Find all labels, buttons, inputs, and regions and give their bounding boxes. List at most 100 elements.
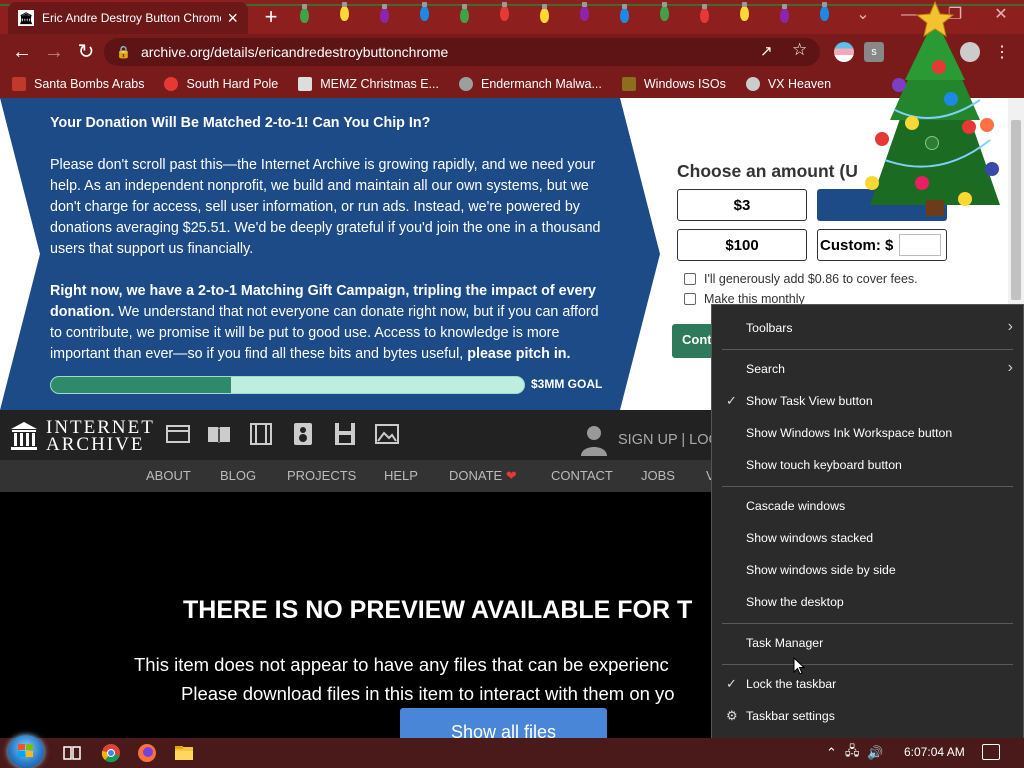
chrome-icon[interactable] <box>101 743 121 763</box>
ornament-icon <box>892 78 906 92</box>
christmas-light-icon <box>740 2 749 21</box>
menu-item-show-desktop[interactable]: Show the desktop <box>712 588 1023 616</box>
bookmark-item[interactable]: MEMZ Christmas E... <box>298 77 439 91</box>
back-button[interactable]: ← <box>10 40 34 64</box>
bookmark-item[interactable]: South Hard Pole <box>164 77 278 91</box>
ia-logo[interactable]: INTERNET ARCHIVE <box>10 418 155 454</box>
bookmark-item[interactable]: VX Heaven <box>745 77 831 91</box>
progress-fill <box>51 377 231 393</box>
images-icon[interactable] <box>374 422 400 446</box>
video-film-icon[interactable] <box>248 422 274 446</box>
chevron-up-icon[interactable]: ⌃ <box>826 745 837 761</box>
tab-close-icon[interactable]: × <box>227 9 238 27</box>
menu-item-label: Task Manager <box>746 636 824 650</box>
custom-amount-field[interactable]: Custom: $ <box>817 229 947 261</box>
bookmark-favicon-icon <box>458 77 473 91</box>
bookmark-item[interactable]: Santa Bombs Arabs <box>12 77 144 91</box>
christmas-light-icon <box>380 4 389 23</box>
nav-donate-label: DONATE <box>449 468 503 483</box>
nav-contact[interactable]: CONTACT <box>551 468 613 483</box>
pitch-in-text: please pitch in. <box>467 346 571 362</box>
christmas-light-icon <box>500 2 509 21</box>
continue-button[interactable]: Conti <box>672 324 716 358</box>
url-text: archive.org/details/ericandredestroybutt… <box>140 44 449 60</box>
menu-item-lock-taskbar[interactable]: ✓ Lock the taskbar <box>712 670 1023 698</box>
web-icon[interactable] <box>165 422 191 446</box>
menu-item-label: Show windows side by side <box>746 563 896 577</box>
bookmark-label: Santa Bombs Arabs <box>34 77 145 91</box>
task-view-icon[interactable] <box>62 743 82 763</box>
windows-logo-icon <box>18 744 34 758</box>
nav-blog[interactable]: BLOG <box>220 468 256 483</box>
volume-icon[interactable]: 🔊 <box>867 745 883 761</box>
ornament-icon <box>962 120 976 134</box>
taskbar-context-menu: Toolbars › Search › ✓ Show Task View button… <box>711 304 1024 740</box>
menu-item-task-view[interactable]: ✓ Show Task View button <box>712 387 1023 415</box>
menu-item-label: Show Task View button <box>746 394 873 408</box>
bookmark-item[interactable]: Windows ISOs <box>621 77 726 91</box>
sign-up-login[interactable]: SIGN UP | LOG <box>580 424 720 456</box>
clock[interactable]: 6:07:04 AM <box>904 745 965 759</box>
sign-up-label: SIGN UP | LOG <box>618 432 720 448</box>
christmas-light-icon <box>660 2 669 21</box>
bookmark-item[interactable]: Endermanch Malwa... <box>458 77 602 91</box>
checkbox-box[interactable] <box>684 273 696 285</box>
choose-amount-label: Choose an amount (U <box>677 161 858 181</box>
checkmark-icon: ✓ <box>726 676 737 691</box>
nav-about[interactable]: ABOUT <box>146 468 191 483</box>
menu-item-cascade[interactable]: Cascade windows <box>712 492 1023 520</box>
menu-item-label: Taskbar settings <box>746 709 835 723</box>
forward-button[interactable]: → <box>42 40 66 64</box>
share-icon[interactable]: ↗ <box>760 42 773 60</box>
menu-item-label: Show windows stacked <box>746 531 874 545</box>
menu-separator <box>722 486 1013 487</box>
no-files-text: This item does not appear to have any fi… <box>134 654 669 675</box>
christmas-light-icon <box>700 4 709 23</box>
nav-donate[interactable]: DONATE ❤ <box>449 468 517 484</box>
ornament-icon <box>932 60 946 74</box>
amount-100-button[interactable]: $100 <box>677 229 807 261</box>
menu-separator <box>722 664 1013 665</box>
address-bar[interactable]: 🔒 archive.org/details/ericandredestroybu… <box>104 38 820 66</box>
firefox-icon[interactable] <box>137 743 157 763</box>
menu-item-toolbars[interactable]: Toolbars › <box>712 314 1023 342</box>
bookmark-star-icon[interactable]: ☆ <box>792 40 807 60</box>
custom-amount-input[interactable] <box>899 234 942 256</box>
audio-speaker-icon[interactable] <box>290 422 316 446</box>
start-button[interactable] <box>8 735 44 768</box>
tab-title: Eric Andre Destroy Button Chrome <box>42 11 222 25</box>
menu-item-ink-workspace[interactable]: Show Windows Ink Workspace button <box>712 419 1023 447</box>
checkbox-box[interactable] <box>684 293 696 305</box>
file-explorer-icon[interactable] <box>174 743 194 763</box>
notification-center-icon[interactable] <box>982 744 1000 760</box>
scrollbar-thumb[interactable] <box>1011 120 1021 300</box>
menu-item-taskbar-settings[interactable]: ⚙ Taskbar settings <box>712 702 1023 730</box>
bookmark-favicon-icon <box>745 77 760 91</box>
texts-book-icon[interactable] <box>206 422 232 446</box>
browser-tab[interactable]: 🏛 Eric Andre Destroy Button Chrome × <box>8 2 248 34</box>
cover-fees-checkbox[interactable]: I'll generously add $0.86 to cover fees. <box>684 272 918 286</box>
nav-projects[interactable]: PROJECTS <box>287 468 356 483</box>
extension-flag-icon[interactable] <box>834 42 854 62</box>
menu-item-search[interactable]: Search › <box>712 355 1023 383</box>
nav-help[interactable]: HELP <box>384 468 418 483</box>
ornament-icon <box>925 136 939 150</box>
ornament-icon <box>865 176 879 190</box>
software-floppy-icon[interactable] <box>332 422 358 446</box>
chevron-right-icon: › <box>1007 318 1013 335</box>
menu-item-task-manager[interactable]: Task Manager <box>712 629 1023 657</box>
network-icon[interactable]: 🖧 <box>845 742 860 764</box>
ornament-icon <box>905 116 919 130</box>
nav-jobs[interactable]: JOBS <box>641 468 675 483</box>
goal-label: $3MM GOAL <box>531 377 603 391</box>
menu-item-stacked[interactable]: Show windows stacked <box>712 524 1023 552</box>
christmas-light-icon <box>420 2 429 21</box>
user-icon <box>581 426 607 456</box>
new-tab-button[interactable]: + <box>258 4 284 30</box>
menu-item-side-by-side[interactable]: Show windows side by side <box>712 556 1023 584</box>
reload-button[interactable]: ↻ <box>74 40 98 64</box>
menu-item-touch-keyboard[interactable]: Show touch keyboard button <box>712 451 1023 479</box>
amount-3-button[interactable]: $3 <box>677 189 807 221</box>
show-all-files-button[interactable]: Show all files <box>400 708 607 738</box>
bookmark-favicon-icon <box>621 77 636 91</box>
